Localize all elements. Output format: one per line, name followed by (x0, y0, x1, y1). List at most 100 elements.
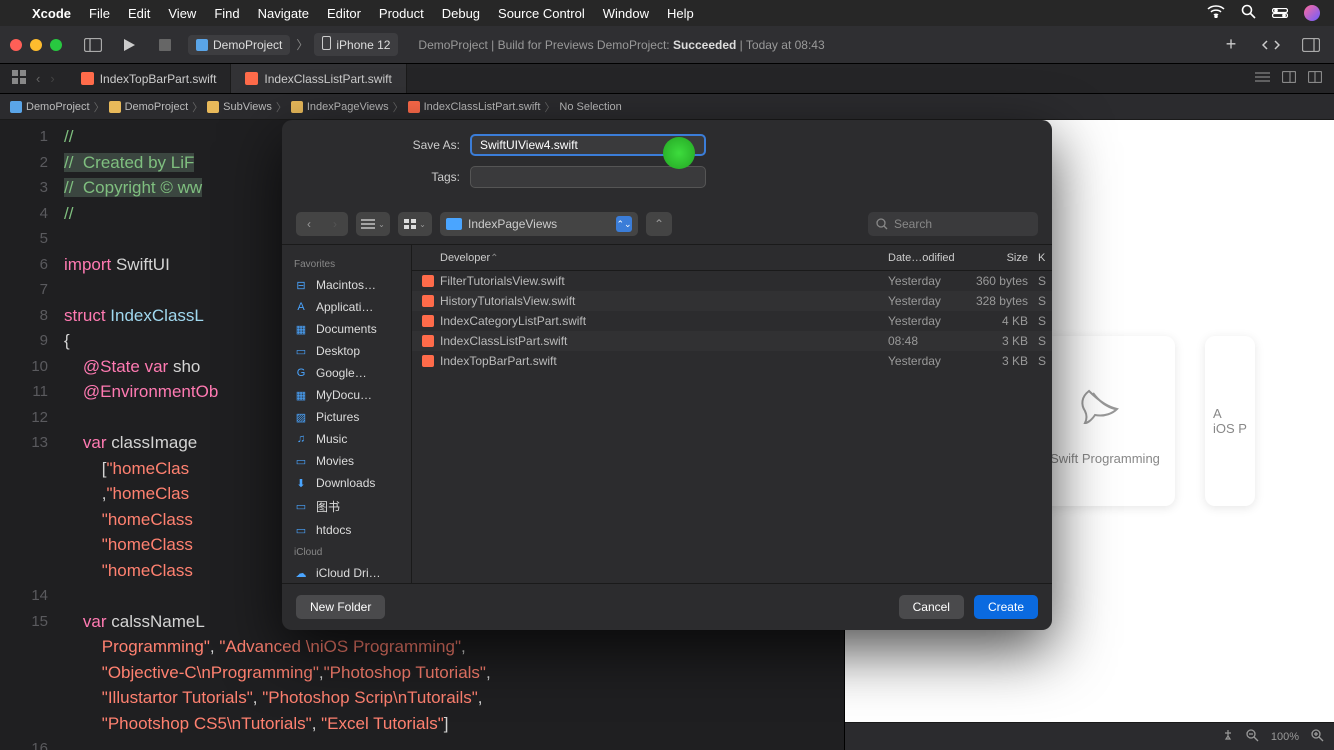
sidebar-item[interactable]: ▭htdocs (282, 519, 411, 541)
toggle-inspector-button[interactable] (1298, 34, 1324, 56)
tab-label: IndexTopBarPart.swift (100, 72, 217, 86)
code-review-button[interactable] (1258, 34, 1284, 56)
editor-options-icon[interactable] (1255, 70, 1270, 88)
sidebar-item[interactable]: ⬇Downloads (282, 472, 411, 494)
zoom-in-button[interactable] (1311, 729, 1324, 745)
card-label: Swift Programming (1050, 451, 1160, 466)
file-row[interactable]: IndexTopBarPart.swiftYesterday3 KBS (412, 351, 1052, 371)
tags-input[interactable] (470, 166, 706, 188)
menu-product[interactable]: Product (379, 6, 424, 21)
tab-label: IndexClassListPart.swift (264, 72, 391, 86)
menu-debug[interactable]: Debug (442, 6, 480, 21)
folder-icon (291, 101, 303, 113)
sidebar-item[interactable]: ▭Desktop (282, 340, 411, 362)
scheme-device-label: iPhone 12 (336, 38, 390, 52)
nav-back-button[interactable]: ‹ (296, 212, 322, 236)
sidebar-item[interactable]: ☁iCloud Dri… (282, 562, 411, 583)
view-mode-button[interactable]: ⌄ (356, 212, 390, 236)
saveas-label: Save As: (300, 138, 470, 152)
spotlight-icon[interactable] (1241, 4, 1256, 22)
macos-menubar: Xcode File Edit View Find Navigate Edito… (0, 0, 1334, 26)
file-row[interactable]: IndexClassListPart.swift08:483 KBS (412, 331, 1052, 351)
file-list-header[interactable]: Developer⌃ Date…odified Size K (412, 245, 1052, 271)
scheme-project[interactable]: DemoProject (188, 35, 290, 55)
icloud-heading: iCloud (282, 541, 411, 562)
sidebar-item[interactable]: ⊟Macintos… (282, 274, 411, 296)
zoom-out-button[interactable] (1246, 729, 1259, 745)
folder-icon (207, 101, 219, 113)
build-status: DemoProject | Build for Previews DemoPro… (418, 38, 824, 52)
toggle-navigator-button[interactable] (80, 34, 106, 56)
nav-forward-button[interactable]: › (46, 71, 58, 86)
add-button[interactable]: + (1218, 34, 1244, 56)
swift-file-icon (81, 72, 94, 85)
nav-back-button[interactable]: ‹ (32, 71, 44, 86)
favorites-heading: Favorites (282, 253, 411, 274)
saveas-input[interactable] (470, 134, 706, 156)
menu-source-control[interactable]: Source Control (498, 6, 585, 21)
create-button[interactable]: Create (974, 595, 1038, 619)
editor-tab-bar: ‹ › IndexTopBarPart.swift IndexClassList… (0, 64, 1334, 94)
nav-forward-button[interactable]: › (322, 212, 348, 236)
menu-window[interactable]: Window (603, 6, 649, 21)
sidebar-item[interactable]: AApplicati… (282, 296, 411, 318)
user-icon[interactable] (1304, 5, 1320, 21)
window-controls (10, 39, 62, 51)
save-dialog: Save As: Tags: ‹ › ⌄ ⌄ IndexPageViews (282, 120, 1052, 630)
sidebar-item[interactable]: ♫Music (282, 428, 411, 450)
tab-index-top-bar[interactable]: IndexTopBarPart.swift (67, 64, 232, 93)
menu-editor[interactable]: Editor (327, 6, 361, 21)
search-input[interactable]: Search (868, 212, 1038, 236)
sidebar-item[interactable]: GGoogle… (282, 362, 411, 384)
file-row[interactable]: FilterTutorialsView.swiftYesterday360 by… (412, 271, 1052, 291)
sidebar-item[interactable]: ▦Documents (282, 318, 411, 340)
new-folder-button[interactable]: New Folder (296, 595, 385, 619)
menu-view[interactable]: View (168, 6, 196, 21)
search-placeholder: Search (894, 217, 932, 231)
menu-help[interactable]: Help (667, 6, 694, 21)
sidebar-item[interactable]: ▭图书 (282, 494, 411, 519)
chevron-right-icon: 〉 (296, 36, 308, 53)
app-menu[interactable]: Xcode (32, 6, 71, 21)
expand-button[interactable]: ⌃ (646, 212, 672, 236)
pin-icon[interactable] (1222, 729, 1234, 744)
path-selector[interactable]: IndexPageViews ⌃⌄ (440, 212, 638, 236)
sidebar-item[interactable]: ▦MyDocu… (282, 384, 411, 406)
tags-label: Tags: (300, 170, 470, 184)
swift-file-icon (245, 72, 258, 85)
related-items-button[interactable] (8, 70, 30, 87)
menu-navigate[interactable]: Navigate (258, 6, 309, 21)
tab-index-class-list[interactable]: IndexClassListPart.swift (231, 64, 406, 93)
path-label: IndexPageViews (468, 217, 557, 231)
sidebar-item[interactable]: ▨Pictures (282, 406, 411, 428)
swift-logo-icon (1077, 377, 1133, 433)
adjust-editor-icon[interactable] (1282, 70, 1296, 88)
add-editor-icon[interactable] (1308, 70, 1322, 88)
jump-bar[interactable]: DemoProject〉 DemoProject〉 SubViews〉 Inde… (0, 94, 1334, 120)
phone-icon (322, 36, 331, 53)
sidebar: Favorites ⊟Macintos…AApplicati…▦Document… (282, 245, 412, 583)
scheme-project-label: DemoProject (213, 38, 282, 52)
close-window-button[interactable] (10, 39, 22, 51)
folder-icon (109, 101, 121, 113)
folder-icon (446, 218, 462, 230)
zoom-window-button[interactable] (50, 39, 62, 51)
menu-find[interactable]: Find (214, 6, 239, 21)
minimize-window-button[interactable] (30, 39, 42, 51)
run-button[interactable] (116, 34, 142, 56)
file-row[interactable]: HistoryTutorialsView.swiftYesterday328 b… (412, 291, 1052, 311)
scheme-device[interactable]: iPhone 12 (314, 33, 398, 56)
wifi-icon[interactable] (1207, 5, 1225, 21)
cancel-button[interactable]: Cancel (899, 595, 964, 619)
menu-file[interactable]: File (89, 6, 110, 21)
zoom-level: 100% (1271, 731, 1299, 743)
path-arrows-icon: ⌃⌄ (616, 216, 632, 232)
file-list: FilterTutorialsView.swiftYesterday360 by… (412, 271, 1052, 583)
control-center-icon[interactable] (1272, 5, 1288, 21)
file-row[interactable]: IndexCategoryListPart.swiftYesterday4 KB… (412, 311, 1052, 331)
swift-file-icon (408, 101, 420, 113)
menu-edit[interactable]: Edit (128, 6, 150, 21)
group-button[interactable]: ⌄ (398, 212, 432, 236)
sidebar-item[interactable]: ▭Movies (282, 450, 411, 472)
stop-button[interactable] (152, 34, 178, 56)
